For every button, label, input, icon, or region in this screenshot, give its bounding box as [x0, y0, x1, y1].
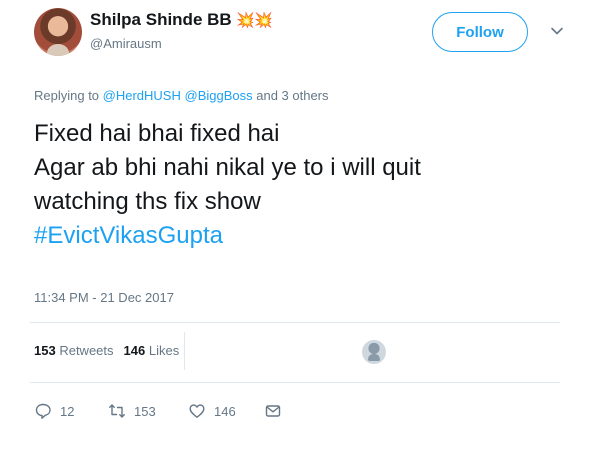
divider: [30, 382, 560, 383]
reply-count: 12: [60, 403, 75, 419]
retweet-icon: [109, 404, 125, 418]
tweet-stats: 153 Retweets 146 Likes: [34, 343, 179, 358]
replying-to-line: Replying to @HerdHUSH @BiggBoss and 3 ot…: [34, 88, 329, 103]
tweet-header: Shilpa Shinde BB 💥💥 @Amirausm Follow: [30, 4, 590, 64]
tweet-timestamp[interactable]: 11:34 PM - 21 Dec 2017: [34, 290, 174, 305]
mention-link-biggboss[interactable]: @BiggBoss: [185, 88, 253, 103]
liker-avatar[interactable]: [362, 340, 386, 364]
author-handle[interactable]: @Amirausm: [90, 36, 162, 51]
collision-emoji-icon: 💥💥: [236, 12, 272, 29]
author-name-text: Shilpa Shinde BB: [90, 10, 232, 29]
envelope-icon: [265, 405, 281, 417]
replying-to-prefix: Replying to: [34, 88, 103, 103]
retweets-stat[interactable]: 153 Retweets: [34, 343, 114, 358]
retweets-label: Retweets: [59, 343, 114, 358]
tweet-text-line: watching ths fix show: [34, 188, 261, 215]
tweet-text-line: Agar ab bhi nahi nikal ye to i will quit: [34, 154, 421, 181]
likes-stat[interactable]: 146 Likes: [124, 343, 180, 358]
follow-button[interactable]: Follow: [432, 12, 528, 52]
chevron-down-icon[interactable]: [550, 24, 564, 38]
like-count: 146: [214, 403, 236, 419]
mention-link-herdhush[interactable]: @HerdHUSH: [103, 88, 181, 103]
heart-icon: [189, 404, 205, 418]
like-action[interactable]: 146: [188, 402, 236, 420]
reply-bubble-icon: [35, 403, 51, 419]
likes-count: 146: [123, 343, 146, 358]
hashtag-link[interactable]: #EvictVikasGupta: [34, 219, 421, 253]
stats-separator: [184, 332, 185, 370]
retweet-count: 153: [134, 403, 156, 419]
retweet-action[interactable]: 153: [108, 402, 156, 420]
divider: [30, 322, 560, 323]
retweets-count: 153: [34, 343, 56, 358]
replying-to-others[interactable]: and 3 others: [253, 88, 328, 103]
author-avatar[interactable]: [34, 8, 82, 56]
direct-message-action[interactable]: [264, 402, 282, 420]
tweet-text-line: Fixed hai bhai fixed hai: [34, 120, 280, 147]
tweet-text: Fixed hai bhai fixed hai Agar ab bhi nah…: [34, 117, 421, 253]
reply-action[interactable]: 12: [34, 402, 74, 420]
likes-label: Likes: [148, 343, 180, 358]
author-display-name[interactable]: Shilpa Shinde BB 💥💥: [90, 10, 273, 30]
